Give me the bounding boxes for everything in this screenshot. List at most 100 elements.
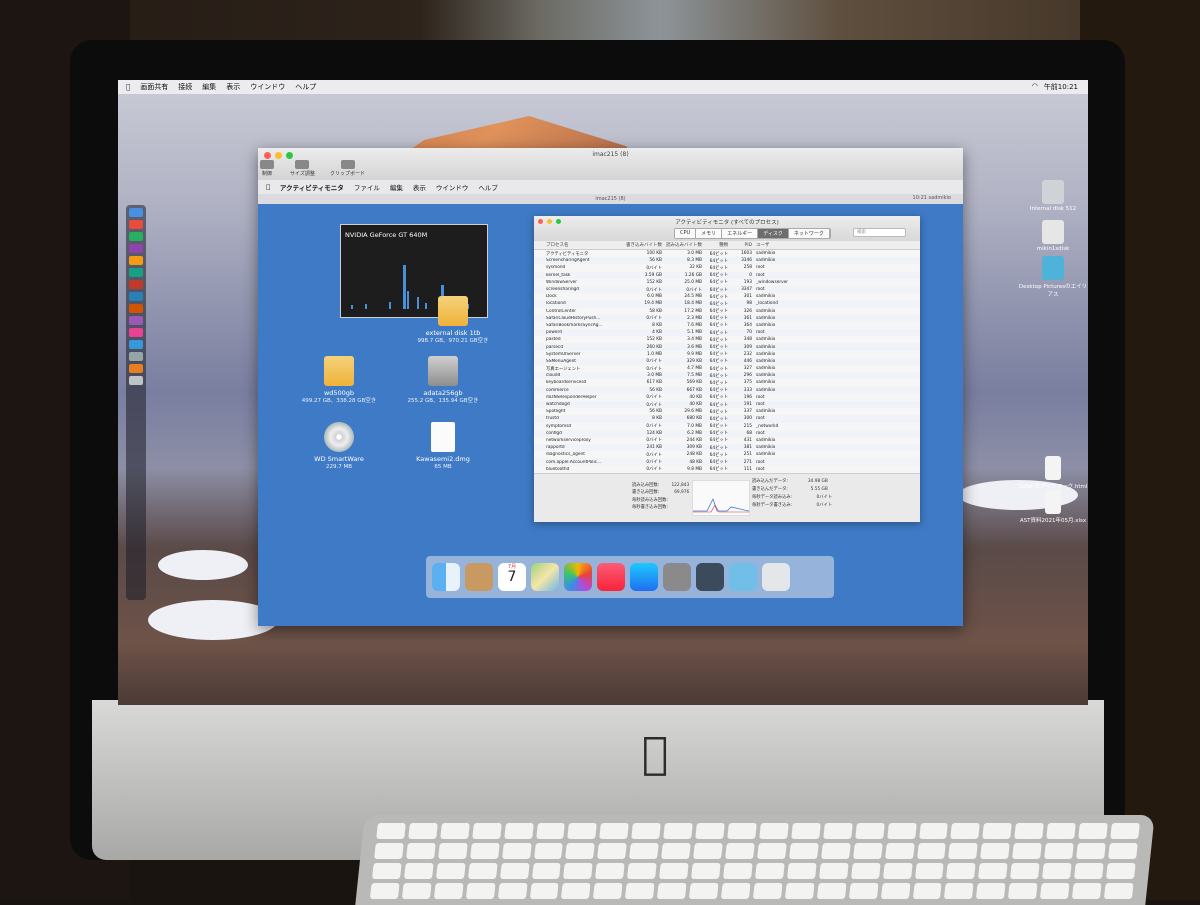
tab-disk[interactable]: ディスク — [758, 229, 789, 238]
table-row[interactable]: configd 124 KB 6.2 MB 64ビット 68 root — [534, 429, 920, 437]
column-header[interactable]: ユーザ — [752, 242, 806, 248]
app-icon[interactable] — [129, 256, 143, 265]
process-table[interactable]: アクティビティモニタ 100 KB 3.0 MB 64ビット 1603 sadmikio S… — [534, 250, 920, 475]
menu-view[interactable]: 表示 — [226, 82, 240, 92]
table-row[interactable]: WindowServer 152 KB 25.0 MB 64ビット 193 _window… — [534, 279, 920, 286]
music-icon[interactable] — [597, 563, 625, 591]
clock[interactable]: 午前10:21 — [1044, 82, 1078, 92]
screen-sharing-icon[interactable] — [696, 563, 724, 591]
menu-connect[interactable]: 接続 — [178, 82, 192, 92]
trash-icon[interactable] — [129, 376, 143, 385]
menu-edit[interactable]: 編集 — [202, 82, 216, 92]
remote-apple-menu-icon[interactable]:  — [266, 183, 270, 191]
remote-desktop-item[interactable]: external disk 1tb 998.7 GB、970.21 GB空き — [408, 296, 498, 344]
table-row[interactable]: powerd 4 KB 5.1 MB 64ビット 70 root — [534, 329, 920, 337]
desktop-item[interactable]: mikin1sdisk — [1018, 220, 1088, 252]
table-row[interactable]: SSMenuAgent 0バイト 329 KB 64ビット 446 sadmikio — [534, 357, 920, 365]
wifi-icon[interactable]: ◠ — [1032, 82, 1038, 92]
apple-menu-icon[interactable]:  — [126, 83, 130, 91]
scale-button[interactable]: サイズ調整 — [290, 160, 315, 177]
activity-monitor-window[interactable]: アクティビティモニタ (すべてのプロセス) CPU メモリ エネルギー ディスク… — [534, 216, 920, 522]
tab-energy[interactable]: エネルギー — [722, 229, 759, 238]
remote-desktop-item[interactable]: WD SmartWare 229.7 MB — [294, 422, 384, 470]
table-row[interactable]: locationd 19.4 MB 18.4 MB 64ビット 98 _locationd — [534, 300, 920, 308]
remote-desktop-item[interactable]: Kawasemi2.dmg 65 MB — [398, 422, 488, 470]
desktop-item[interactable]: Internal disk 512 — [1018, 180, 1088, 212]
column-header[interactable]: プロセス名 — [534, 242, 624, 248]
table-row[interactable]: watchdogd 0バイト 40 KB 64ビット 191 root — [534, 400, 920, 409]
table-row[interactable]: screensharingd 0バイト 0バイト 64ビット 3347 root — [534, 285, 920, 294]
table-row[interactable]: ScreensharingAgent 56 KB 8.3 MB 64ビット 3346 sa… — [534, 257, 920, 265]
tab-memory[interactable]: メモリ — [696, 229, 723, 238]
table-row[interactable]: commerce 56 KB 667 KB 64ビット 333 sadmikio — [534, 386, 920, 394]
chrome-icon[interactable] — [129, 220, 143, 229]
table-row[interactable]: bluetoothd 0バイト 9.8 MB 64ビット 111 root — [534, 466, 920, 473]
remote-menu-view[interactable]: 表示 — [413, 182, 426, 192]
contacts-icon[interactable] — [465, 563, 493, 591]
table-row[interactable]: Dock 6.0 MB 24.5 MB 64ビット 301 sadmikio — [534, 293, 920, 300]
table-row[interactable]: kernel_task 3.59 GB 1.26 GB 64ビット 0 root — [534, 271, 920, 279]
remote-clock[interactable]: 10:21 — [913, 195, 927, 201]
clipboard-button[interactable]: クリップボード — [330, 160, 365, 177]
app-icon[interactable] — [129, 316, 143, 325]
app-icon[interactable] — [129, 292, 143, 301]
desktop-item[interactable]: Safariのブックマーク.html — [1018, 456, 1088, 490]
table-row[interactable]: networkserviceproxy 0バイト 244 KB 64ビット 431 sad… — [534, 437, 920, 444]
table-row[interactable]: keyboardservicesd 617 KB 569 KB 64ビット 375 sad… — [534, 379, 920, 386]
calendar-icon[interactable]: 7月 7 — [498, 563, 526, 591]
desktop-item[interactable]: Desktop Picturesのエイリアス — [1018, 256, 1088, 298]
tab-cpu[interactable]: CPU — [675, 229, 697, 238]
remote-desktop-item[interactable]: wd500gb 499.27 GB、338.28 GB空き — [294, 356, 384, 404]
photos-icon[interactable] — [564, 563, 592, 591]
system-preferences-icon[interactable] — [663, 563, 691, 591]
menu-app[interactable]: 画面共有 — [140, 82, 168, 92]
table-row[interactable]: sysmond 0バイト 32 KB 64ビット 258 root — [534, 264, 920, 271]
remote-desktop[interactable]:  アクティビティモニタ ファイル 編集 表示 ウインドウ ヘルプ imac21… — [258, 180, 963, 626]
screen-sharing-window[interactable]: imac215 (8) 制御 サイズ調整 クリップボード  アクティビティモニ… — [258, 148, 963, 626]
table-row[interactable]: diagnostics_agent 0バイト 248 KB 64ビット 251 sadmi… — [534, 451, 920, 458]
table-row[interactable]: 写真エージェント 0バイト 4.7 MB 64ビット 327 sadmikio — [534, 365, 920, 372]
column-header[interactable]: 読み込みバイト数 — [662, 242, 702, 248]
table-row[interactable]: symptomsd 0バイト 7.0 MB 64ビット 215 _networkd — [534, 423, 920, 430]
app-store-icon[interactable] — [630, 563, 658, 591]
app-icon[interactable] — [129, 244, 143, 253]
downloads-folder-icon[interactable] — [729, 563, 757, 591]
table-row[interactable]: Spotlight 56 KB 29.6 MB 64ビット 337 sadmikio — [534, 408, 920, 415]
table-row[interactable]: SystemUIServer 1.0 MB 9.9 MB 64ビット 232 sadmik… — [534, 351, 920, 358]
remote-menu-window[interactable]: ウインドウ — [436, 182, 469, 192]
app-icon[interactable] — [129, 232, 143, 241]
table-row[interactable]: cloudd 3.0 MB 7.5 MB 64ビット 296 sadmikio — [534, 372, 920, 380]
table-row[interactable]: SafariBookmarksSyncAg... 8 KB 7.6 MB 64ビット 3… — [534, 322, 920, 329]
control-button[interactable]: 制御 — [260, 160, 274, 177]
remote-menu-app[interactable]: アクティビティモニタ — [280, 182, 344, 192]
table-row[interactable]: com.apple.AccountPolic... 0バイト 48 KB 64ビット 2… — [534, 458, 920, 466]
table-row[interactable]: parsecd 260 KB 3.6 MB 64ビット 309 sadmikio — [534, 343, 920, 351]
menu-window[interactable]: ウインドウ — [250, 82, 285, 92]
app-icon[interactable] — [129, 364, 143, 373]
viewer-titlebar[interactable]: imac215 (8) 制御 サイズ調整 クリップボード — [258, 148, 963, 180]
table-row[interactable]: ControlCenter 58 KB 17.2 MB 64ビット 326 sadmiki… — [534, 308, 920, 315]
remote-menu-help[interactable]: ヘルプ — [478, 182, 498, 192]
app-icon[interactable] — [129, 268, 143, 277]
activity-monitor-toolbar[interactable]: アクティビティモニタ (すべてのプロセス) CPU メモリ エネルギー ディスク… — [534, 216, 920, 241]
finder-icon[interactable] — [432, 563, 460, 591]
search-input[interactable]: 検索 — [853, 228, 906, 237]
tab-network[interactable]: ネットワーク — [788, 229, 830, 238]
table-row[interactable]: rapportd 241 KB 309 KB 64ビット 381 sadmikio — [534, 444, 920, 452]
app-icon[interactable] — [129, 340, 143, 349]
trash-icon[interactable] — [762, 563, 790, 591]
table-row[interactable]: mDNSResponderHelper 0バイト 40 KB 64ビット 196 root — [534, 394, 920, 401]
app-icon[interactable] — [129, 352, 143, 361]
desktop-item[interactable]: AST資料2021年05月.xlsx — [1018, 490, 1088, 524]
remote-desktop-item[interactable]: adata256gb 255.2 GB、135.94 GB空き — [398, 356, 488, 404]
illustrator-icon[interactable] — [129, 304, 143, 313]
column-header[interactable]: 書き込みバイト数 — [624, 242, 662, 248]
remote-menu-edit[interactable]: 編集 — [390, 182, 403, 192]
remote-user[interactable]: sadmikio — [929, 195, 951, 201]
menu-help[interactable]: ヘルプ — [295, 82, 316, 92]
app-icon[interactable] — [129, 328, 143, 337]
column-header[interactable]: PID — [728, 243, 752, 248]
table-row[interactable]: SafariCloudHistoryPush... 0バイト 2.3 MB 64ビット… — [534, 314, 920, 322]
remote-menu-file[interactable]: ファイル — [354, 182, 380, 192]
column-header[interactable]: 種類 — [702, 242, 728, 248]
